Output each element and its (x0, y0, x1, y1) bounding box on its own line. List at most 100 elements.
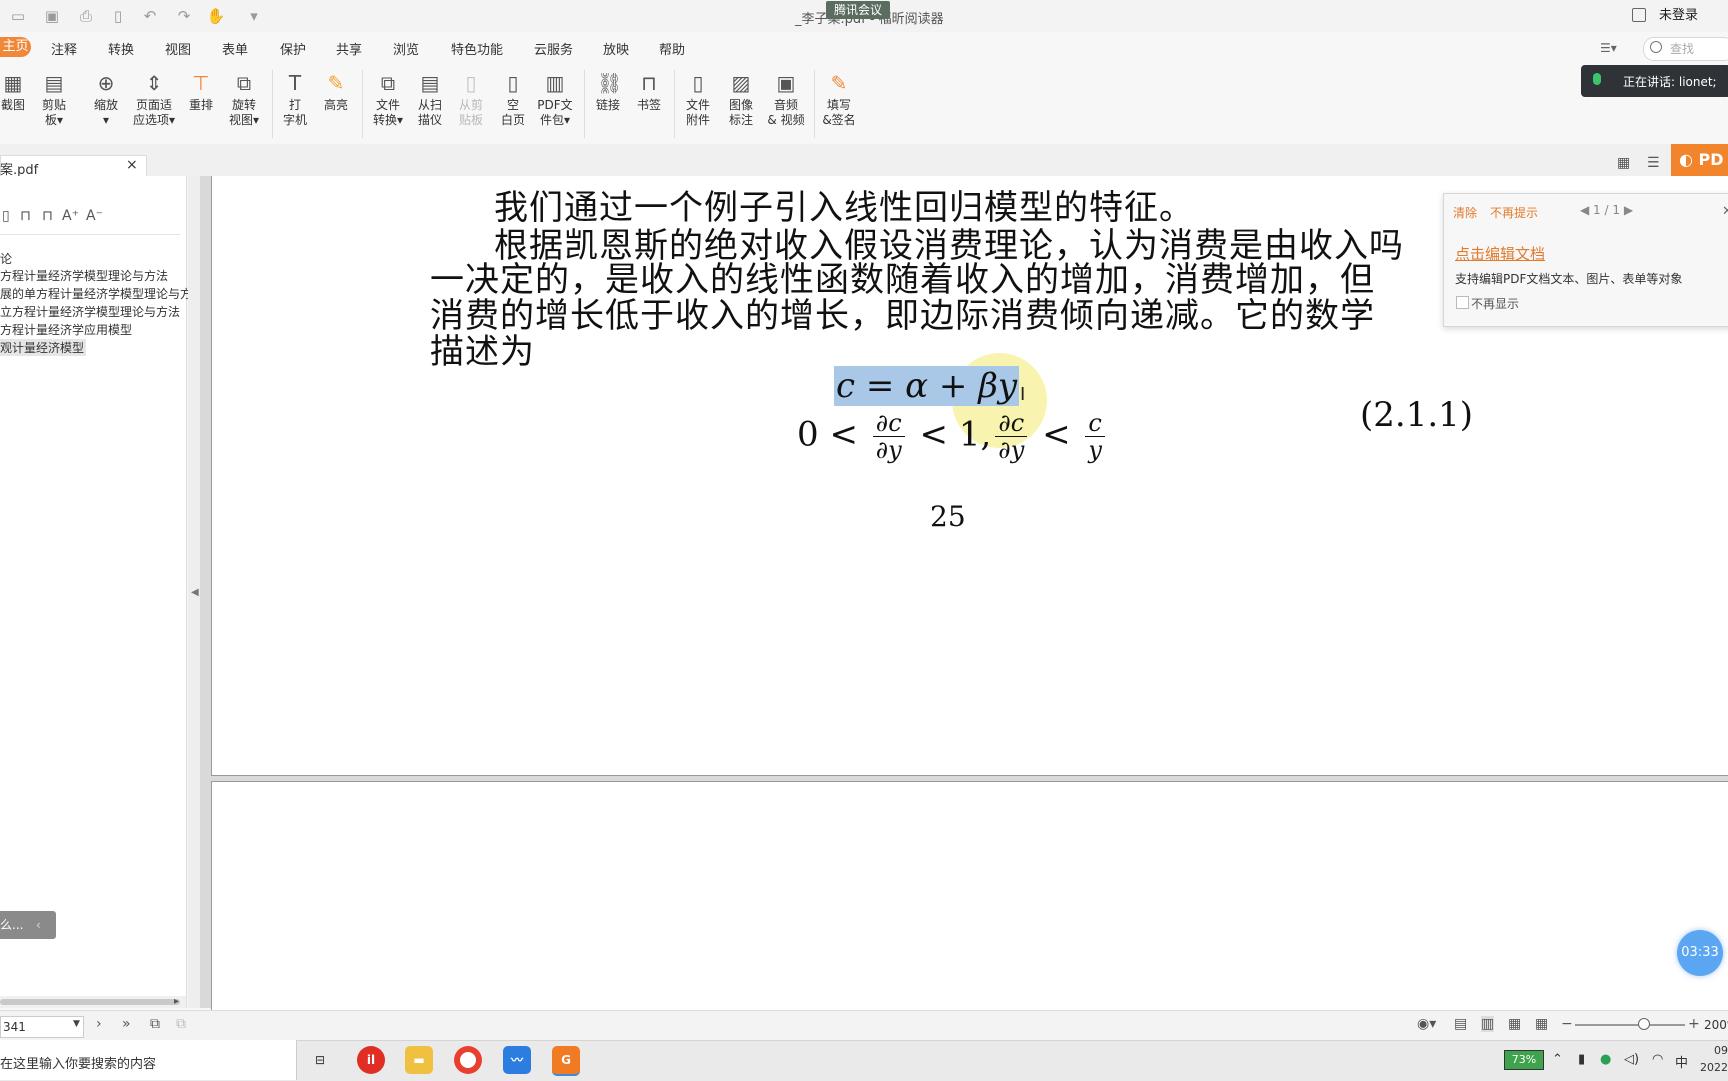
tray-expand-icon[interactable]: ⌃ (1552, 1052, 1563, 1067)
login-button[interactable]: 未登录 (1651, 6, 1706, 26)
page-copy-icon[interactable]: ⧉ (150, 1016, 160, 1032)
tool-screenshot[interactable]: ▦ 截图 (0, 72, 28, 113)
clock-date[interactable]: 2022 (1700, 1061, 1728, 1074)
last-page-icon[interactable]: » (122, 1016, 131, 1032)
tool-zoom[interactable]: ⊕ 缩放 ▾ (90, 72, 122, 128)
redo-icon[interactable]: ↷ (174, 6, 194, 26)
chrome-icon[interactable] (454, 1046, 482, 1074)
single-page-icon[interactable]: ▤ (1454, 1016, 1467, 1032)
continuous-page-icon[interactable]: ▥ (1481, 1016, 1495, 1032)
zoom-in-icon[interactable]: + (1688, 1016, 1700, 1032)
save-icon[interactable]: ▣ (42, 6, 62, 26)
tool-reflow[interactable]: ⊤ 重排 (185, 72, 217, 113)
dont-show-label[interactable]: 不再显示 (1471, 295, 1519, 312)
outline-item[interactable]: 立方程计量经济学模型理论与方法 (0, 303, 180, 320)
collapse-sidebar-icon[interactable]: ◀ (191, 587, 199, 598)
next-page-icon[interactable]: › (96, 1016, 102, 1032)
outline-item-active[interactable]: 观计量经济模型 (0, 339, 87, 356)
open-file-icon[interactable]: ▭ (8, 6, 28, 26)
ime-indicator[interactable]: 中 (1675, 1052, 1688, 1071)
facing-page-icon[interactable]: ▦ (1508, 1016, 1521, 1032)
file-explorer-icon[interactable]: ▬ (405, 1046, 433, 1074)
menu-slideshow[interactable]: 放映 (603, 39, 629, 58)
print-icon[interactable]: ⎙ (76, 6, 96, 26)
foxit-reader-icon[interactable]: G (552, 1046, 580, 1076)
outline-item[interactable]: 论 (0, 250, 12, 267)
hand-tool-icon[interactable]: ✋ (206, 6, 226, 26)
meeting-badge[interactable]: 腾讯会议 (826, 1, 891, 19)
tool-from-scanner[interactable]: ▤ 从扫 描仪 (414, 72, 446, 128)
tray-wechat-icon[interactable]: ● (1600, 1052, 1611, 1067)
tool-pdf-package[interactable]: ▥ PDF文 件包▾ (535, 72, 575, 128)
menu-browse[interactable]: 浏览 (393, 39, 419, 58)
font-decrease-icon[interactable]: A⁻ (86, 208, 103, 224)
tray-mic-icon[interactable]: ▮ (1578, 1052, 1585, 1067)
tool-fill-sign[interactable]: ✎ 填写 &签名 (820, 72, 858, 128)
zoom-slider[interactable] (1575, 1024, 1685, 1026)
menu-protect[interactable]: 保护 (280, 39, 306, 58)
zoom-slider-thumb[interactable] (1638, 1018, 1650, 1030)
menu-view[interactable]: 视图 (165, 39, 191, 58)
tencent-meeting-icon[interactable]: 〰 (503, 1046, 531, 1074)
new-file-icon[interactable]: ▯ (108, 6, 128, 26)
tool-clipboard[interactable]: ▤ 剪贴 板▾ (38, 72, 70, 128)
zoom-out-icon[interactable]: − (1561, 1016, 1573, 1032)
tool-link[interactable]: ⛓ 链接 (592, 72, 624, 113)
tool-blank-page[interactable]: ▯ 空白页 (497, 72, 529, 128)
zoom-value[interactable]: 200% (1704, 1018, 1728, 1032)
bookmark-expand-icon[interactable]: ⊓ (42, 208, 53, 224)
clock-time[interactable]: 09 (1714, 1044, 1728, 1057)
tool-page-fit[interactable]: ⇕ 页面适 应选项▾ (128, 72, 180, 128)
meeting-timer[interactable]: 03:33 (1677, 930, 1723, 976)
bookmark-add-icon[interactable]: ⊓ (20, 208, 31, 224)
menu-form[interactable]: 表单 (222, 39, 248, 58)
menu-home[interactable]: 主页 (0, 37, 31, 57)
shop-bag-icon[interactable] (1632, 8, 1646, 22)
tool-audio-video[interactable]: ▣ 音频 & 视频 (764, 72, 808, 128)
close-icon[interactable]: ✕ (1722, 204, 1728, 219)
app-weibo-icon[interactable]: il (357, 1046, 385, 1074)
volume-icon[interactable]: ◁) (1624, 1052, 1639, 1067)
tool-bookmark[interactable]: ⊓ 书签 (633, 72, 665, 113)
outline-item[interactable]: 方程计量经济学应用模型 (0, 321, 132, 338)
tool-typewriter[interactable]: T 打字机 (280, 72, 310, 128)
page-number-input[interactable]: 341 (0, 1016, 84, 1038)
read-mode-icon[interactable]: ◉▾ (1417, 1016, 1436, 1032)
continuous-facing-icon[interactable]: ▦ (1535, 1016, 1548, 1032)
equation-selected[interactable]: c = α + βy (834, 366, 1020, 406)
menu-cloud[interactable]: 云服务 (534, 39, 573, 58)
collapse-all-icon[interactable]: ▯ (2, 208, 10, 224)
pdf-edit-badge[interactable]: ◐ PD (1671, 144, 1728, 176)
wifi-icon[interactable]: ◠ (1652, 1052, 1663, 1067)
tool-rotate[interactable]: ⧉ 旋转 视图▾ (222, 72, 266, 128)
customize-toolbar-icon[interactable]: ▾ (244, 6, 264, 26)
dont-show-checkbox[interactable] (1456, 296, 1469, 309)
outline-item[interactable]: 方程计量经济学模型理论与方法 (0, 267, 168, 284)
next-icon[interactable]: ▶ (1620, 203, 1633, 217)
battery-indicator[interactable]: 73% (1504, 1050, 1544, 1070)
tool-attachment[interactable]: ▯ 文件 附件 (682, 72, 714, 128)
prev-icon[interactable]: ◀ (1580, 203, 1593, 217)
task-view-icon[interactable]: ⊟ (306, 1046, 334, 1074)
popup-clear-link[interactable]: 清除 (1453, 204, 1477, 221)
sidebar-scroll-thumb[interactable] (0, 999, 180, 1005)
undo-icon[interactable]: ↶ (140, 6, 160, 26)
tool-image-annotation[interactable]: ▨ 图像 标注 (725, 72, 757, 128)
font-increase-icon[interactable]: A⁺ (62, 208, 79, 224)
popup-no-more-link[interactable]: 不再提示 (1490, 204, 1538, 221)
list-view-icon[interactable]: ☰ (1647, 155, 1663, 171)
outline-item[interactable]: 展的单方程计量经济学模型理论与方 (0, 285, 192, 302)
collapsed-toast[interactable]: 么... ‹ (0, 911, 56, 939)
page-dropdown-icon[interactable]: ▼ (73, 1019, 80, 1029)
menu-help[interactable]: 帮助 (659, 39, 685, 58)
popup-title-link[interactable]: 点击编辑文档 (1455, 243, 1545, 264)
scroll-right-icon[interactable]: ▸ (174, 996, 179, 1007)
menu-share[interactable]: 共享 (336, 39, 362, 58)
grid-view-icon[interactable]: ▦ (1617, 155, 1633, 171)
tool-highlight[interactable]: ✎ 高亮 (320, 72, 352, 113)
menu-annotate[interactable]: 注释 (51, 39, 77, 58)
tool-file-convert[interactable]: ⧉ 文件 转换▾ (370, 72, 406, 128)
close-tab-icon[interactable]: × (126, 157, 138, 173)
tool-from-clipboard[interactable]: ▯ 从剪 贴板 (455, 72, 487, 128)
search-mode-icon[interactable]: ☰▾ (1600, 41, 1617, 55)
